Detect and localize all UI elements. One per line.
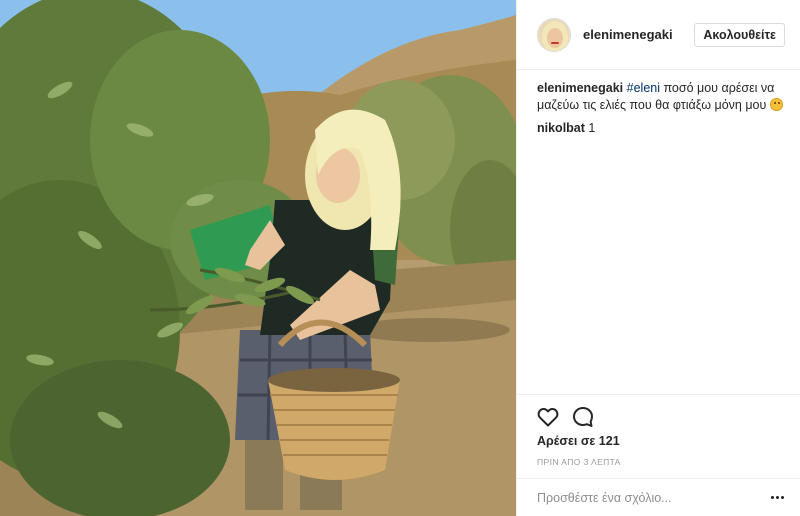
- caption: elenimenegaki #eleni ποσό μου αρέσει να …: [537, 80, 785, 114]
- post-photo[interactable]: [0, 0, 516, 516]
- comment-username[interactable]: nikolbat: [537, 121, 585, 135]
- following-button[interactable]: Ακολουθείτε: [694, 23, 785, 47]
- heart-icon[interactable]: [536, 405, 560, 429]
- post-details-panel: elenimenegaki Ακολουθείτε elenimenegaki …: [516, 0, 800, 516]
- comment-text: 1: [588, 121, 596, 135]
- comment-item: nikolbat 1: [537, 120, 785, 137]
- wink-emoji-icon: [769, 98, 783, 111]
- caption-username[interactable]: elenimenegaki: [537, 81, 623, 95]
- avatar[interactable]: [537, 17, 571, 52]
- more-options-icon[interactable]: [771, 490, 787, 504]
- header-username[interactable]: elenimenegaki: [583, 27, 673, 42]
- caption-hashtag[interactable]: #eleni: [627, 81, 660, 95]
- avatar-image: [538, 18, 570, 51]
- comments-list: elenimenegaki #eleni ποσό μου αρέσει να …: [537, 80, 785, 137]
- likes-count[interactable]: Αρέσει σε 121: [537, 434, 620, 448]
- post-timestamp[interactable]: ΠΡΙΝ ΑΠΟ 3 ΛΕΠΤΑ: [537, 457, 621, 467]
- add-comment-section: [517, 478, 800, 516]
- speech-bubble-icon[interactable]: [571, 405, 595, 429]
- photo-illustration: [0, 0, 516, 516]
- comment-input[interactable]: [537, 487, 757, 509]
- post-header: elenimenegaki Ακολουθείτε: [517, 0, 800, 70]
